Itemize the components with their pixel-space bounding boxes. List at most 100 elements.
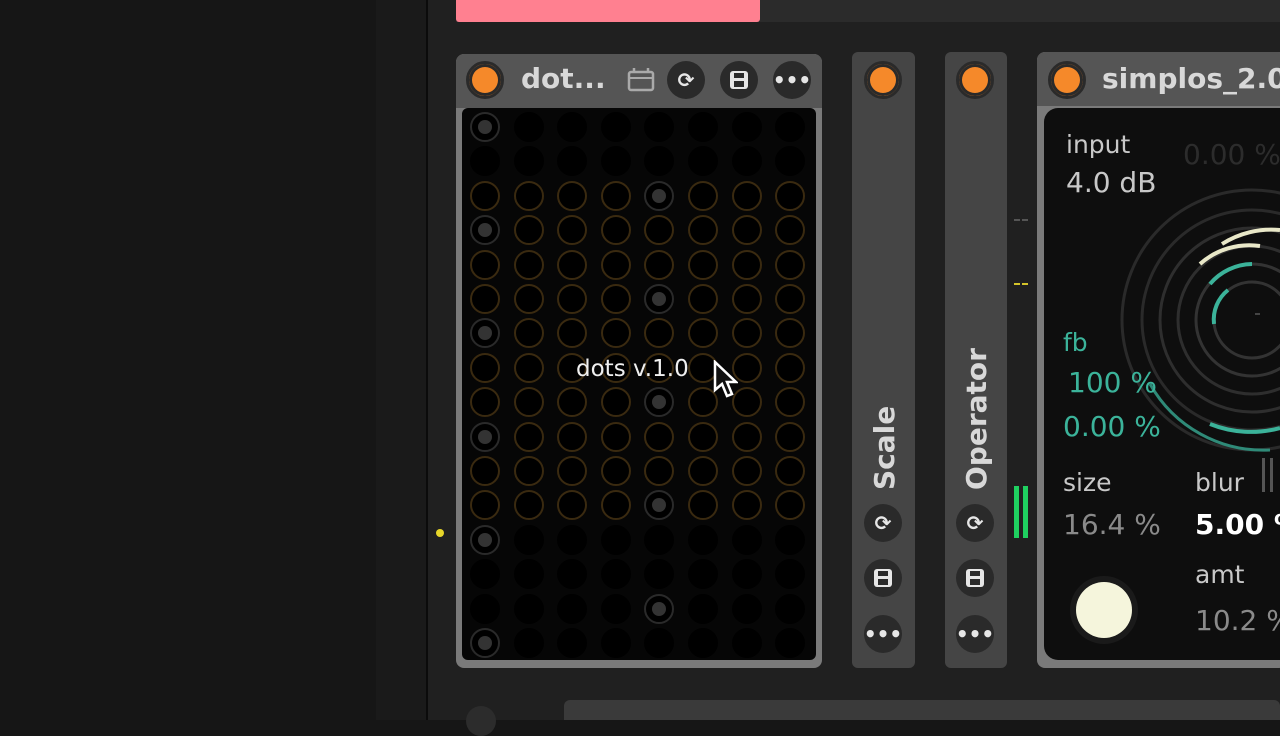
grid-cell[interactable] [688,249,718,280]
power-icon[interactable] [956,61,994,99]
grid-cell[interactable] [470,249,500,280]
grid-cell[interactable] [644,421,675,452]
bottom-knob[interactable] [466,706,496,736]
save-button[interactable] [864,559,902,597]
grid-cell[interactable] [688,593,718,624]
grid-cell[interactable] [731,456,762,486]
grid-cell[interactable] [557,112,588,142]
grid-cell[interactable] [731,146,762,177]
power-icon[interactable] [1048,61,1086,99]
grid-cell[interactable] [600,628,631,658]
grid-cell[interactable] [775,112,806,142]
grid-cell[interactable] [513,284,544,314]
grid-cell[interactable] [688,524,718,555]
grid-cell[interactable] [688,284,718,314]
grid-cell[interactable] [513,559,544,590]
grid-cell[interactable] [731,215,762,246]
grid-cell[interactable] [557,524,588,555]
grid-cell[interactable] [600,456,631,486]
grid-cell[interactable] [731,421,762,452]
grid-cell[interactable] [513,490,544,521]
more-button[interactable]: ••• [864,615,902,653]
grid-cell[interactable] [470,112,500,142]
top-right-value[interactable]: 0.00 % [1183,138,1280,171]
grid-cell[interactable] [470,593,500,624]
grid-cell[interactable] [513,628,544,658]
grid-cell[interactable] [513,215,544,246]
grid-cell[interactable] [688,180,718,211]
more-button[interactable]: ••• [956,615,994,653]
grid-cell[interactable] [775,352,806,383]
grid-cell[interactable] [557,180,588,211]
grid-cell[interactable] [688,456,718,486]
grid-cell[interactable] [644,180,675,211]
grid-cell[interactable] [600,490,631,521]
grid-cell[interactable] [513,593,544,624]
grid-cell[interactable] [775,593,806,624]
refresh-button[interactable]: ⟳ [667,61,705,99]
power-icon[interactable] [466,61,504,99]
grid-cell[interactable] [600,146,631,177]
clip-icon[interactable] [626,66,656,94]
grid-cell[interactable] [600,318,631,349]
grid-cell[interactable] [775,524,806,555]
grid-cell[interactable] [775,628,806,658]
grid-cell[interactable] [600,215,631,246]
grid-cell[interactable] [557,421,588,452]
fb-value-2[interactable]: 0.00 % [1063,410,1161,443]
grid-cell[interactable] [470,284,500,314]
blur-value[interactable]: 5.00 % [1195,508,1280,541]
grid-cell[interactable] [470,559,500,590]
grid-cell[interactable] [513,387,544,418]
grid-cell[interactable] [557,456,588,486]
grid-cell[interactable] [644,593,675,624]
grid-cell[interactable] [470,352,500,383]
grid-cell[interactable] [644,249,675,280]
grid-cell[interactable] [513,112,544,142]
grid-cell[interactable] [600,524,631,555]
grid-cell[interactable] [513,421,544,452]
grid-cell[interactable] [513,524,544,555]
grid-cell[interactable] [600,559,631,590]
refresh-button[interactable]: ⟳ [956,504,994,542]
grid-cell[interactable] [557,249,588,280]
grid-cell[interactable] [470,387,500,418]
grid-cell[interactable] [775,284,806,314]
grid-cell[interactable] [688,215,718,246]
grid-cell[interactable] [600,421,631,452]
grid-cell[interactable] [775,421,806,452]
grid-cell[interactable] [600,249,631,280]
grid-cell[interactable] [688,112,718,142]
grid-cell[interactable] [470,628,500,658]
power-icon[interactable] [864,61,902,99]
more-button[interactable]: ••• [773,61,811,99]
grid-cell[interactable] [731,249,762,280]
grid-cell[interactable] [470,215,500,246]
grid-cell[interactable] [731,593,762,624]
grid-cell[interactable] [557,593,588,624]
grid-cell[interactable] [688,559,718,590]
grid-cell[interactable] [731,628,762,658]
grid-cell[interactable] [775,180,806,211]
grid-cell[interactable] [513,249,544,280]
grid-cell[interactable] [470,524,500,555]
grid-cell[interactable] [775,249,806,280]
grid-cell[interactable] [513,352,544,383]
grid-cell[interactable] [731,284,762,314]
size-value[interactable]: 16.4 % [1063,508,1161,541]
grid-cell[interactable] [600,593,631,624]
save-button[interactable] [956,559,994,597]
grid-cell[interactable] [513,146,544,177]
save-button[interactable] [720,61,758,99]
amt-value[interactable]: 10.2 % [1195,604,1280,637]
grid-cell[interactable] [557,628,588,658]
refresh-button[interactable]: ⟳ [864,504,902,542]
grid-cell[interactable] [470,180,500,211]
grid-cell[interactable] [600,180,631,211]
grid-cell[interactable] [513,180,544,211]
grid-cell[interactable] [600,112,631,142]
grid-cell[interactable] [731,180,762,211]
grid-cell[interactable] [513,456,544,486]
grid-cell[interactable] [600,387,631,418]
grid-cell[interactable] [731,112,762,142]
